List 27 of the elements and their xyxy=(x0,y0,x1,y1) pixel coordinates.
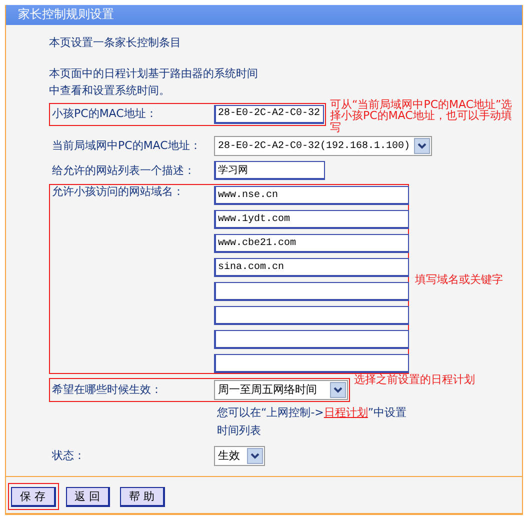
dropdown[interactable]: 28-E0-2C-A2-C0-32(192.168.1.100) xyxy=(214,136,432,156)
callout-text: 选择之前设置的日程计划 xyxy=(354,374,476,386)
note-text: 您可以在“上网控制->日程计划”中设置时间列表 xyxy=(217,405,407,440)
input-field[interactable]: 学习网 xyxy=(214,161,325,180)
callout-text: 可从“当前局域网中PC的MAC地址”选择小孩PC的MAC地址，也可以手动填写 xyxy=(330,98,514,134)
input-field[interactable]: sina.com.cn xyxy=(214,258,409,278)
field-label: 给允许的网站列表一个描述： xyxy=(51,164,196,178)
callout-text: 填写域名或关键字 xyxy=(415,274,503,286)
dropdown[interactable]: 生效 xyxy=(214,446,265,466)
notice-text: 中查看和设置系统时间。 xyxy=(49,85,170,98)
input-field[interactable]: www.nse.cn xyxy=(214,186,409,206)
field-label: 允许小孩访问的网站域名： xyxy=(51,186,185,200)
notice-text: 本页面中的日程计划基于路由器的系统时间 xyxy=(49,68,258,80)
action-button[interactable]: 返 回 xyxy=(66,487,110,508)
field-label: 状态： xyxy=(51,450,86,463)
action-button[interactable]: 保 存 xyxy=(11,487,56,508)
window-title: 家长控制规则设置 xyxy=(6,5,522,25)
intro-text: 本页设置一条家长控制条目 xyxy=(49,37,182,50)
action-button[interactable]: 帮 助 xyxy=(120,487,164,508)
schedule-link[interactable]: 日程计划 xyxy=(324,406,368,420)
input-field[interactable]: www.cbe21.com xyxy=(214,234,409,254)
field-label: 当前局域网中PC的MAC地址： xyxy=(51,140,202,153)
dropdown[interactable]: 周一至周五网络时间 xyxy=(214,380,348,400)
input-field[interactable]: www.1ydt.com xyxy=(214,210,409,230)
field-label: 希望在哪些时候生效： xyxy=(51,384,163,397)
input-field[interactable]: 28-E0-2C-A2-C0-32 xyxy=(214,104,324,124)
field-label: 小孩PC的MAC地址： xyxy=(51,108,158,121)
